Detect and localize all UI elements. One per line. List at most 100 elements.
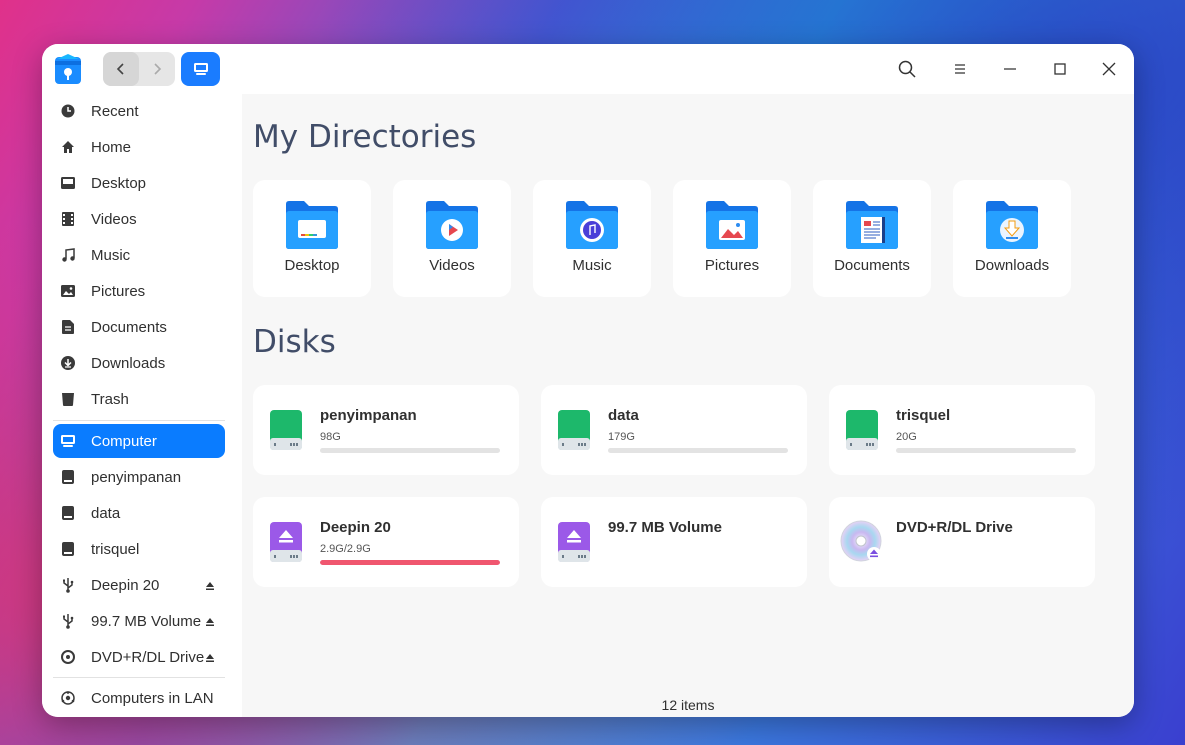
usb-icon xyxy=(59,612,77,630)
forward-button[interactable] xyxy=(139,52,175,86)
removable-disk-icon xyxy=(558,522,590,562)
disk-size: 20G xyxy=(896,431,917,443)
music-folder-icon xyxy=(566,201,618,249)
directory-label: Music xyxy=(572,257,612,274)
menu-button[interactable] xyxy=(948,57,972,81)
sidebar-item-documents[interactable]: Documents xyxy=(53,310,225,344)
directory-music[interactable]: Music xyxy=(533,180,651,297)
usb-icon xyxy=(59,576,77,594)
sidebar-item-trash[interactable]: Trash xyxy=(53,382,225,416)
directory-desktop[interactable]: Desktop xyxy=(253,180,371,297)
directory-videos[interactable]: Videos xyxy=(393,180,511,297)
sidebar-item-home[interactable]: Home xyxy=(53,130,225,164)
close-button[interactable] xyxy=(1097,57,1121,81)
disk-name: DVD+R/DL Drive xyxy=(896,519,1013,536)
disk-usage-fill xyxy=(320,560,500,565)
disk-trisquel[interactable]: trisquel 20G xyxy=(829,385,1095,475)
sidebar-item-desktop[interactable]: Desktop xyxy=(53,166,225,200)
document-icon xyxy=(59,318,77,336)
sidebar-item-label: Music xyxy=(91,246,131,264)
sidebar-item-dvd-drive[interactable]: DVD+R/DL Drive xyxy=(53,640,225,674)
disk-name: trisquel xyxy=(896,407,951,424)
navigation-buttons xyxy=(103,52,175,86)
disk-penyimpanan[interactable]: penyimpanan 98G xyxy=(253,385,519,475)
sidebar-item-videos[interactable]: Videos xyxy=(53,202,225,236)
disk-icon xyxy=(59,504,77,522)
sidebar-item-penyimpanan[interactable]: penyimpanan xyxy=(53,460,225,494)
pictures-folder-icon xyxy=(706,201,758,249)
eject-icon[interactable] xyxy=(205,578,215,595)
videos-folder-icon xyxy=(426,201,478,249)
sidebar-item-label: 99.7 MB Volume xyxy=(91,612,202,630)
maximize-button[interactable] xyxy=(1048,57,1072,81)
sidebar-item-label: DVD+R/DL Drive xyxy=(91,648,205,666)
sidebar-item-label: Videos xyxy=(91,210,137,228)
sidebar-item-label: Home xyxy=(91,138,132,156)
disk-size: 179G xyxy=(608,431,635,443)
removable-disk-icon xyxy=(270,522,302,562)
eject-icon[interactable] xyxy=(205,614,215,631)
sidebar-item-recent[interactable]: Recent xyxy=(53,94,225,128)
disk-data[interactable]: data 179G xyxy=(541,385,807,475)
file-manager-window: Recent Home Desktop Videos Music Picture… xyxy=(42,44,1134,717)
desktop-folder-icon xyxy=(286,201,338,249)
sidebar-item-data[interactable]: data xyxy=(53,496,225,530)
titlebar xyxy=(42,44,1134,94)
sidebar-item-pictures[interactable]: Pictures xyxy=(53,274,225,308)
disk-dvd-drive[interactable]: DVD+R/DL Drive xyxy=(829,497,1095,587)
disk-size: 98G xyxy=(320,431,341,443)
sidebar-item-deepin-20[interactable]: Deepin 20 xyxy=(53,568,225,602)
directory-documents[interactable]: Documents xyxy=(813,180,931,297)
directory-label: Pictures xyxy=(704,257,760,274)
directory-pictures[interactable]: Pictures xyxy=(673,180,791,297)
sidebar-item-label: Deepin 20 xyxy=(91,576,160,594)
sidebar-divider xyxy=(53,677,225,678)
back-button[interactable] xyxy=(103,52,139,86)
sidebar: Recent Home Desktop Videos Music Picture… xyxy=(42,94,242,717)
directory-downloads[interactable]: Downloads xyxy=(953,180,1071,297)
sidebar-item-99-7-mb-volume[interactable]: 99.7 MB Volume xyxy=(53,604,225,638)
optical-disc-icon xyxy=(59,648,77,666)
main-content: My Directories Desktop Videos Music Pict… xyxy=(242,94,1134,717)
disk-icon xyxy=(59,540,77,558)
search-icon xyxy=(898,60,916,78)
trash-icon xyxy=(59,390,77,408)
sidebar-item-label: trisquel xyxy=(91,540,140,558)
disk-usage-bar xyxy=(320,448,500,453)
sidebar-item-music[interactable]: Music xyxy=(53,238,225,272)
status-bar-item-count: 12 items xyxy=(661,697,715,713)
sidebar-item-trisquel[interactable]: trisquel xyxy=(53,532,225,566)
sidebar-item-label: Downloads xyxy=(91,354,166,372)
minimize-button[interactable] xyxy=(998,57,1022,81)
disk-name: penyimpanan xyxy=(320,407,417,424)
clock-icon xyxy=(59,102,77,120)
sidebar-item-label: data xyxy=(91,504,121,522)
disk-deepin-20[interactable]: Deepin 20 2.9G/2.9G xyxy=(253,497,519,587)
directory-label: Desktop xyxy=(284,257,340,274)
search-button[interactable] xyxy=(895,57,919,81)
sidebar-item-computer[interactable]: Computer xyxy=(53,424,225,458)
file-manager-app-icon xyxy=(54,53,82,85)
optical-drive-icon xyxy=(840,520,882,562)
disk-usage-bar xyxy=(320,560,500,565)
disk-usage-bar xyxy=(608,448,788,453)
documents-folder-icon xyxy=(846,201,898,249)
disk-name: data xyxy=(608,407,639,424)
sidebar-item-downloads[interactable]: Downloads xyxy=(53,346,225,380)
maximize-icon xyxy=(1054,63,1066,75)
internal-disk-icon xyxy=(270,410,302,450)
sidebar-item-label: Recent xyxy=(91,102,139,120)
chevron-left-icon xyxy=(116,63,124,75)
sidebar-item-computers-in-lan[interactable]: Computers in LAN xyxy=(53,681,225,715)
directory-label: Videos xyxy=(429,257,475,274)
my-directories-heading: My Directories xyxy=(253,119,477,155)
sidebar-divider xyxy=(53,420,225,421)
eject-icon[interactable] xyxy=(205,650,215,667)
disk-99-7-mb-volume[interactable]: 99.7 MB Volume xyxy=(541,497,807,587)
downloads-folder-icon xyxy=(986,201,1038,249)
directory-label: Downloads xyxy=(974,257,1050,274)
computer-location-button[interactable] xyxy=(181,52,220,86)
image-icon xyxy=(59,282,77,300)
home-icon xyxy=(59,138,77,156)
directory-label: Documents xyxy=(834,257,910,274)
